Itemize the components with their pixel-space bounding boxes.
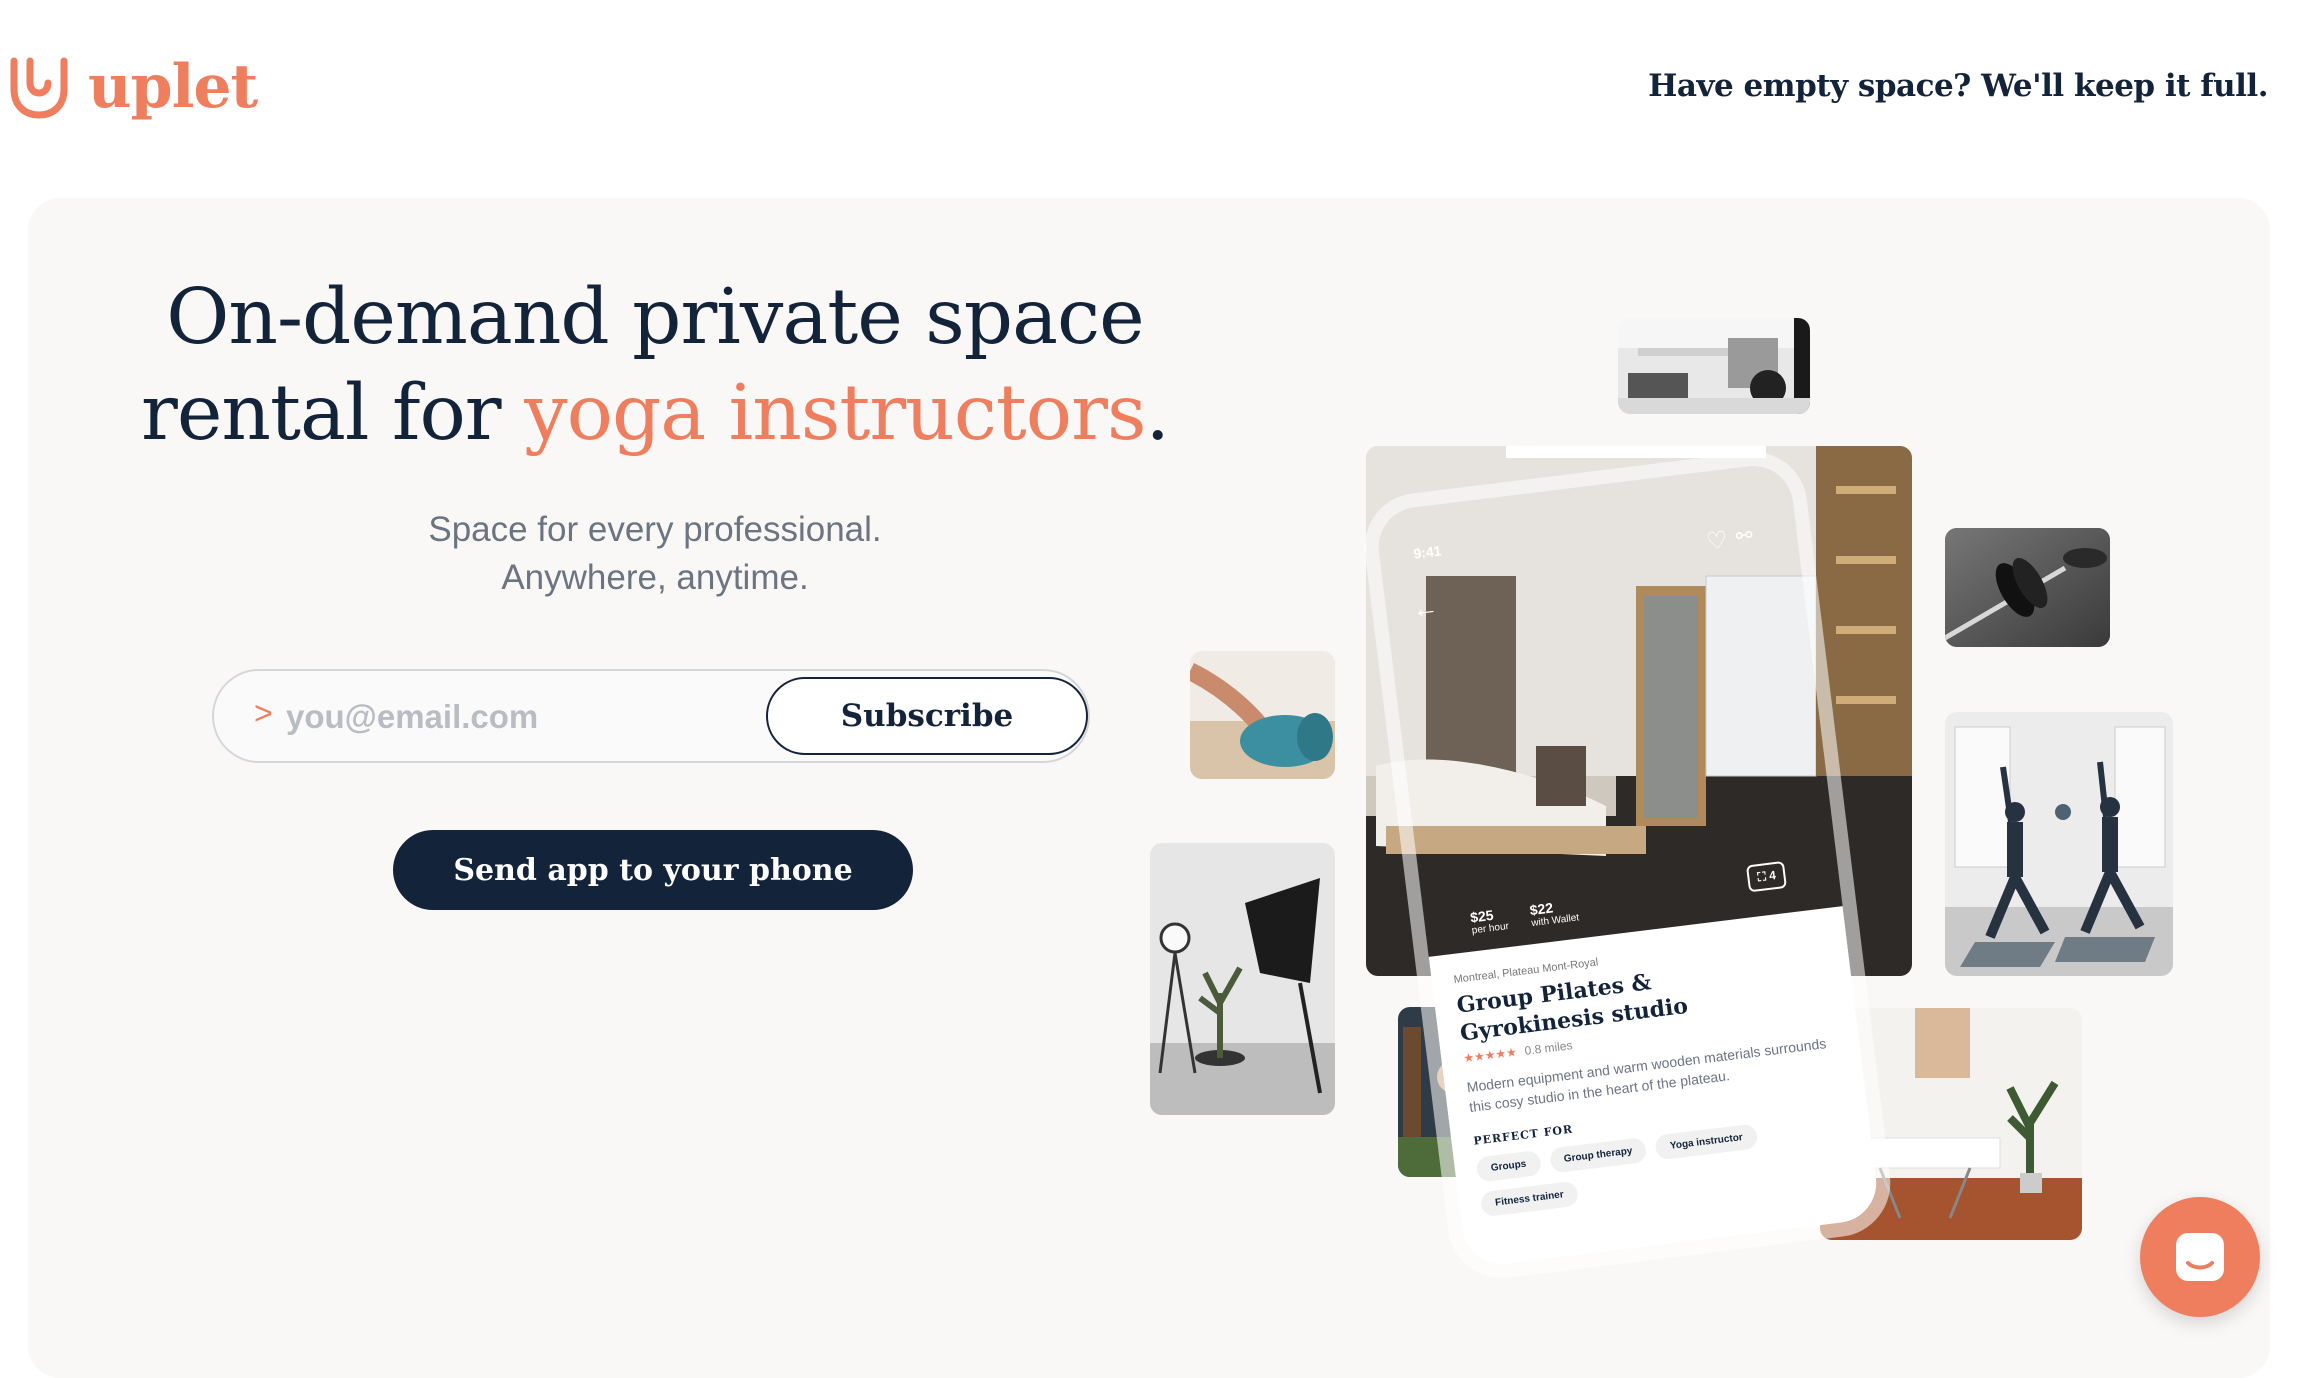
chip-fitness-trainer[interactable]: Fitness trainer — [1479, 1180, 1580, 1218]
brand-name: uplet — [88, 52, 258, 122]
headline-line-2: rental for yoga instructors. — [130, 366, 1180, 462]
headline-suffix: . — [1145, 369, 1170, 458]
subtitle-line-1: Space for every professional. — [428, 510, 882, 549]
chip-yoga-instructor[interactable]: Yoga instructor — [1654, 1123, 1759, 1161]
gym-photo — [1618, 318, 1810, 414]
yoga-class-photo — [1945, 712, 2173, 976]
barbell-photo — [1945, 528, 2110, 647]
price-hourly: $25 per hour — [1469, 905, 1509, 937]
subscribe-button[interactable]: Subscribe — [766, 677, 1088, 755]
chevron-right-icon: > — [254, 695, 273, 731]
chat-launcher-button[interactable] — [2140, 1197, 2260, 1317]
expand-icon[interactable]: ⛶ 4 — [1745, 860, 1788, 893]
heart-icon[interactable]: ♡ — [1705, 525, 1730, 556]
host-space-link[interactable]: Have empty space? We'll keep it full. — [1648, 68, 2268, 104]
hero-headline: On-demand private space rental for yoga … — [130, 270, 1180, 462]
send-app-button[interactable]: Send app to your phone — [393, 830, 913, 910]
subtitle-line-2: Anywhere, anytime. — [501, 558, 809, 597]
back-arrow-icon[interactable]: ← — [1410, 591, 1440, 625]
headline-line-1: On-demand private space — [166, 273, 1144, 362]
headline-accent: yoga instructors — [524, 369, 1146, 458]
yoga-mat-photo — [1190, 651, 1335, 779]
headline-prefix: rental for — [141, 369, 502, 458]
listing-distance: 0.8 miles — [1523, 1038, 1574, 1058]
hero-subtitle: Space for every professional. Anywhere, … — [290, 506, 1020, 602]
listing-card[interactable]: Montreal, Plateau Mont-Royal Group Pilat… — [1428, 906, 1881, 1269]
photo-studio-photo — [1150, 843, 1335, 1115]
photo-count: 4 — [1768, 868, 1777, 883]
subscribe-form: > Subscribe — [212, 669, 1090, 763]
chat-icon — [2176, 1233, 2224, 1281]
email-field[interactable] — [284, 685, 738, 749]
chip-group-therapy[interactable]: Group therapy — [1548, 1136, 1648, 1174]
uplet-logo-icon — [10, 57, 68, 119]
share-icon[interactable]: ⚯ — [1734, 522, 1754, 549]
star-icon: ★★★★★ — [1462, 1044, 1518, 1066]
chip-groups[interactable]: Groups — [1475, 1149, 1542, 1183]
phone-time: 9:41 — [1412, 542, 1443, 562]
uplet-logo[interactable]: uplet — [8, 52, 258, 122]
